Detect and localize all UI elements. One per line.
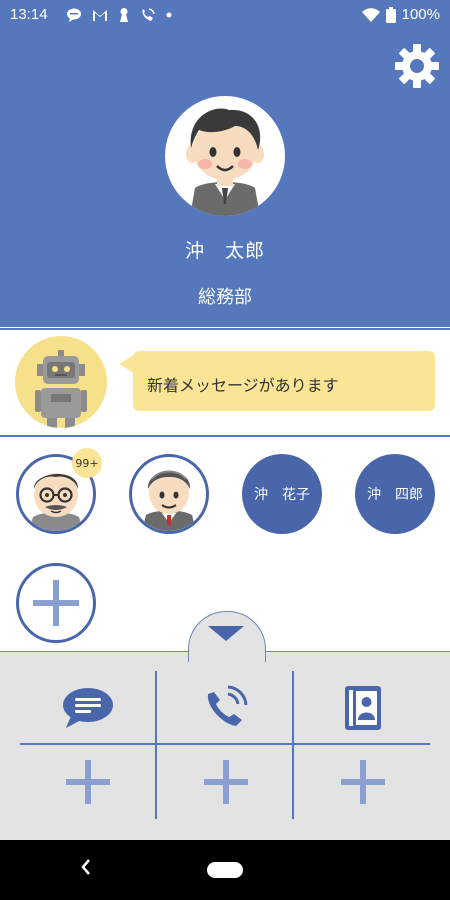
empty-slot-button[interactable] (158, 747, 293, 817)
new-message-text: 新着メッセージがあります (147, 376, 339, 395)
plus-icon (203, 760, 248, 804)
status-bar: 13:14 100% (0, 0, 450, 32)
phone-app-button[interactable] (158, 673, 293, 743)
message-icon (62, 688, 113, 728)
plus-icon (340, 760, 385, 804)
wifi-icon (361, 7, 380, 22)
system-icons: 100% (361, 6, 440, 23)
messages-app-button[interactable] (20, 673, 155, 743)
robot-icon (35, 350, 87, 428)
battery-percent: 100% (401, 6, 440, 23)
user-name: 沖 太郎 (184, 240, 265, 262)
home-pill-icon[interactable] (207, 862, 243, 878)
status-time: 13:14 (10, 6, 48, 23)
boy-face-icon (186, 108, 264, 216)
user-department: 総務部 (198, 287, 252, 308)
contact-hanako[interactable]: 沖 花子 (242, 454, 322, 534)
divider (0, 328, 450, 330)
contact-shiro[interactable]: 沖 四郎 (355, 454, 435, 534)
dot-icon (166, 12, 172, 18)
battery-icon (385, 6, 396, 23)
unread-count-badge: 99+ (72, 448, 102, 478)
empty-slot-button[interactable] (20, 747, 155, 817)
phone-call-icon (207, 685, 247, 726)
contacts-book-icon (344, 686, 381, 730)
add-contact-button[interactable] (16, 563, 96, 643)
chat-bubble-icon (67, 8, 81, 22)
user-avatar[interactable] (165, 96, 285, 216)
gear-icon[interactable] (393, 42, 441, 90)
gmail-icon (93, 10, 107, 21)
grid-divider (20, 743, 430, 745)
empty-slot-button[interactable] (295, 747, 430, 817)
plus-icon (33, 580, 79, 626)
notification-icons (66, 7, 172, 23)
contact-name: 沖 四郎 (367, 487, 423, 503)
phone-signal-icon (142, 8, 155, 21)
contact-grandma[interactable] (129, 454, 209, 534)
grandma-face-icon (142, 470, 196, 531)
keyhole-icon (120, 8, 128, 22)
robot-assistant-avatar[interactable] (15, 336, 107, 428)
contacts-app-button[interactable] (295, 673, 430, 743)
plus-icon (65, 760, 110, 804)
contact-name: 沖 花子 (254, 487, 310, 503)
triangle-down-icon[interactable] (208, 626, 244, 641)
divider (0, 435, 450, 437)
back-icon[interactable] (80, 858, 92, 876)
grid-divider (155, 671, 157, 819)
